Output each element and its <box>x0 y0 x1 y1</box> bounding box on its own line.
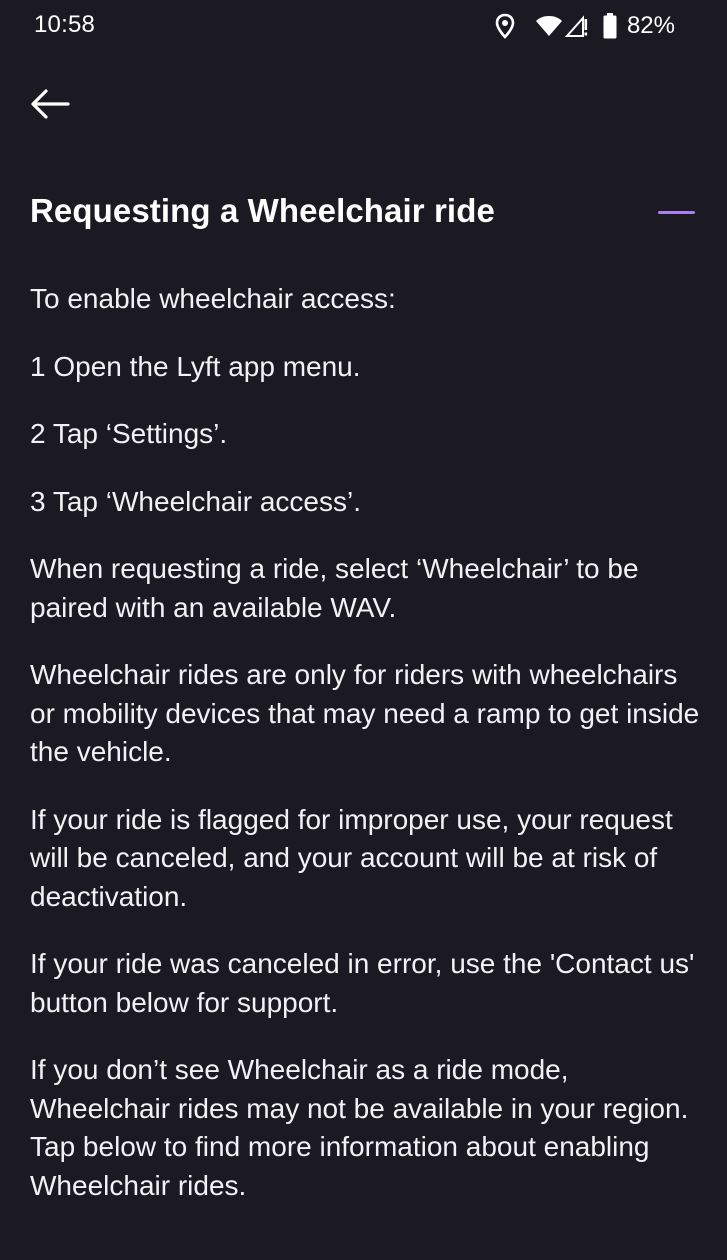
wifi-icon <box>535 14 563 38</box>
collapse-button[interactable] <box>648 192 704 232</box>
step-item: 3 Tap ‘Wheelchair access’. <box>30 485 361 517</box>
minus-icon <box>657 210 695 214</box>
intro-text: To enable wheelchair access: <box>30 283 396 314</box>
paragraph: When requesting a ride, select ‘Wheelcha… <box>30 553 639 623</box>
paragraph: If your ride was canceled in error, use … <box>30 948 695 1018</box>
paragraph: If your ride is flagged for improper use… <box>30 803 673 912</box>
status-icons: 82% <box>495 10 675 42</box>
paragraph: If you don’t see Wheelchair as a ride mo… <box>30 1054 689 1201</box>
battery-icon <box>603 13 617 39</box>
arrow-left-icon <box>30 88 70 125</box>
section-title: Requesting a Wheelchair ride <box>30 192 495 229</box>
cell-signal-icon <box>564 14 589 38</box>
article-body: To enable wheelchair access: 1 Open the … <box>30 280 700 1234</box>
location-icon <box>495 13 515 39</box>
step-item: 1 Open the Lyft app menu. <box>30 350 361 382</box>
back-button[interactable] <box>22 78 78 134</box>
status-bar: 10:58 82% <box>0 0 727 52</box>
paragraph: Wheelchair rides are only for riders wit… <box>30 659 700 767</box>
battery-percent: 82% <box>626 12 675 39</box>
step-item: 2 Tap ‘Settings’. <box>30 418 228 449</box>
status-time: 10:58 <box>34 11 96 38</box>
